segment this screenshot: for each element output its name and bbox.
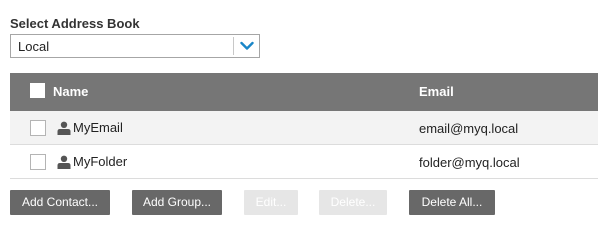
contact-email: email@myq.local <box>419 121 519 136</box>
contact-name: MyFolder <box>73 154 128 169</box>
person-icon <box>57 121 71 135</box>
contact-name: MyEmail <box>73 120 123 135</box>
table-row[interactable]: MyEmail email@myq.local <box>10 111 598 145</box>
column-header-email[interactable]: Email <box>419 84 454 99</box>
edit-button[interactable]: Edit... <box>244 190 298 215</box>
column-header-name[interactable]: Name <box>53 84 88 99</box>
contact-email: folder@myq.local <box>419 155 520 170</box>
person-icon <box>57 155 71 169</box>
add-group-button[interactable]: Add Group... <box>132 190 222 215</box>
select-divider <box>233 37 234 55</box>
table-row[interactable]: MyFolder folder@myq.local <box>10 145 598 179</box>
address-book-select[interactable]: Local <box>10 34 260 58</box>
add-contact-button[interactable]: Add Contact... <box>10 190 110 215</box>
address-book-selected-value: Local <box>18 39 50 54</box>
row-checkbox[interactable] <box>30 120 46 136</box>
delete-all-button[interactable]: Delete All... <box>409 190 495 215</box>
contacts-table: Name Email MyEmail email@myq.local MyFol… <box>10 73 598 179</box>
select-all-checkbox[interactable] <box>30 83 45 98</box>
delete-button[interactable]: Delete... <box>319 190 387 215</box>
row-checkbox[interactable] <box>30 154 46 170</box>
table-header: Name Email <box>10 73 598 111</box>
chevron-down-icon[interactable] <box>240 41 254 51</box>
address-book-label: Select Address Book <box>10 16 140 31</box>
